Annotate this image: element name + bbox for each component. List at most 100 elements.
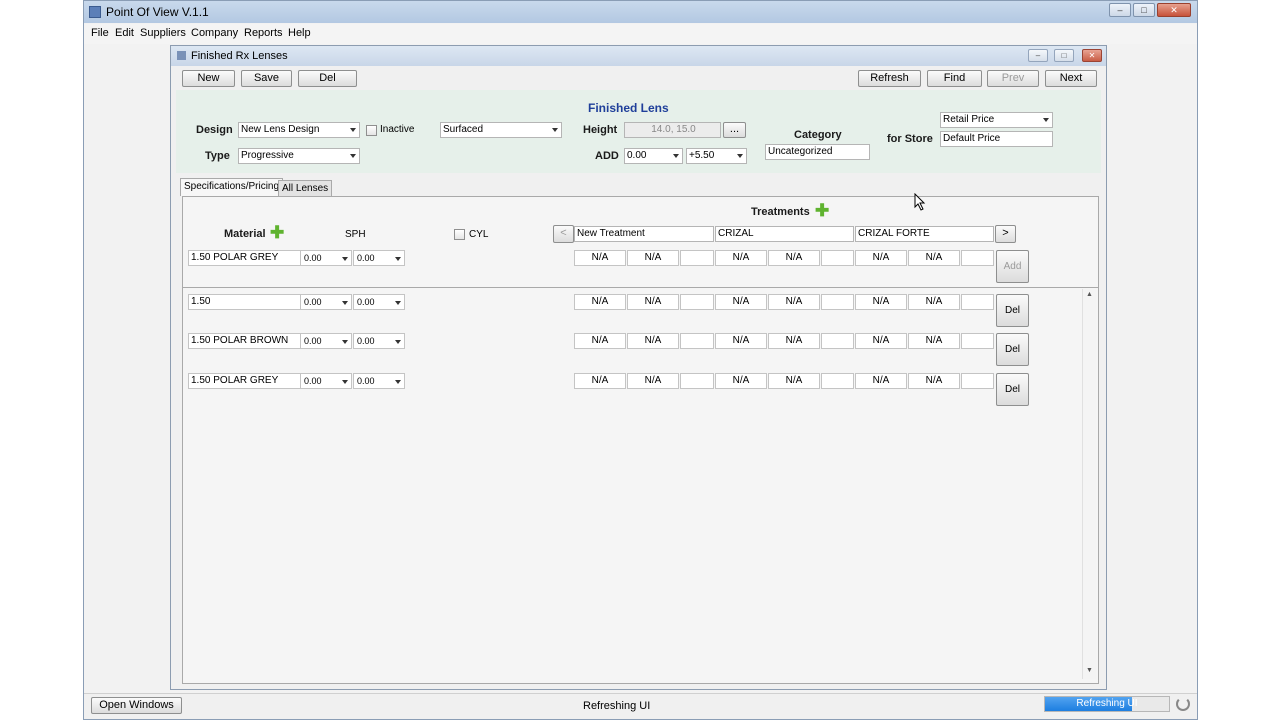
add-to-select[interactable]: +5.50: [686, 148, 747, 164]
price-cell[interactable]: N/A: [855, 250, 907, 266]
category-field[interactable]: Uncategorized: [765, 144, 870, 160]
sph-from-select[interactable]: 0.00: [300, 373, 352, 389]
design-select[interactable]: New Lens Design: [238, 122, 360, 138]
price-cell[interactable]: N/A: [574, 294, 626, 310]
frame-close-icon[interactable]: ✕: [1082, 49, 1102, 62]
minimize-icon[interactable]: –: [1109, 3, 1131, 17]
cyl-checkbox[interactable]: [454, 229, 465, 240]
sph-from-select[interactable]: 0.00: [300, 333, 352, 349]
price-cell[interactable]: N/A: [768, 250, 820, 266]
progress-text: Refreshing UI: [1076, 698, 1138, 709]
menu-company[interactable]: Company: [191, 27, 238, 39]
price-cell[interactable]: N/A: [855, 333, 907, 349]
price-cell[interactable]: [961, 333, 994, 349]
sph-to-select[interactable]: 0.00: [353, 373, 405, 389]
treatment-column-header: CRIZAL: [715, 226, 854, 242]
find-button[interactable]: Find: [927, 70, 982, 87]
material-field[interactable]: 1.50: [188, 294, 301, 310]
price-cell[interactable]: N/A: [908, 294, 960, 310]
next-treatments-button[interactable]: >: [995, 225, 1016, 243]
price-cell[interactable]: N/A: [908, 373, 960, 389]
save-button[interactable]: Save: [241, 70, 292, 87]
new-sph-to-select[interactable]: 0.00: [353, 250, 405, 266]
price-cell[interactable]: [821, 373, 854, 389]
price-cell[interactable]: N/A: [855, 294, 907, 310]
title-bar[interactable]: Point Of View V.1.1 – □ ✕: [84, 1, 1197, 23]
delete-row-button[interactable]: Del: [996, 294, 1029, 327]
add-row-button[interactable]: Add: [996, 250, 1029, 283]
new-sph-from-select[interactable]: 0.00: [300, 250, 352, 266]
price-cell[interactable]: [821, 333, 854, 349]
material-field[interactable]: 1.50 POLAR BROWN: [188, 333, 301, 349]
close-icon[interactable]: ✕: [1157, 3, 1191, 17]
tab-all-lenses[interactable]: All Lenses: [278, 180, 333, 197]
price-cell[interactable]: N/A: [574, 333, 626, 349]
chevron-down-icon: [350, 154, 356, 158]
price-cell[interactable]: N/A: [768, 333, 820, 349]
tab-specifications-pricing[interactable]: Specifications/Pricing: [180, 178, 284, 196]
treatments-label: Treatments: [751, 206, 810, 218]
menu-edit[interactable]: Edit: [115, 27, 134, 39]
menu-file[interactable]: File: [91, 27, 109, 39]
material-field[interactable]: 1.50 POLAR GREY: [188, 373, 301, 389]
menu-suppliers[interactable]: Suppliers: [140, 27, 186, 39]
add-material-icon[interactable]: ✚: [270, 224, 284, 241]
scroll-down-icon[interactable]: ▼: [1086, 667, 1093, 674]
process-select[interactable]: Surfaced: [440, 122, 562, 138]
price-cell[interactable]: [961, 373, 994, 389]
sph-from-select[interactable]: 0.00: [300, 294, 352, 310]
prev-button[interactable]: Prev: [987, 70, 1039, 87]
add-treatment-icon[interactable]: ✚: [815, 202, 829, 219]
add-from-select[interactable]: 0.00: [624, 148, 683, 164]
prev-treatments-button[interactable]: <: [553, 225, 574, 243]
price-cell[interactable]: N/A: [627, 250, 679, 266]
height-picker-button[interactable]: ...: [723, 122, 746, 138]
new-button[interactable]: New: [182, 70, 235, 87]
price-cell[interactable]: [680, 294, 714, 310]
price-cell[interactable]: [680, 333, 714, 349]
menu-help[interactable]: Help: [288, 27, 311, 39]
price-cell[interactable]: N/A: [627, 294, 679, 310]
price-cell[interactable]: N/A: [768, 373, 820, 389]
menu-reports[interactable]: Reports: [244, 27, 283, 39]
price-cell[interactable]: N/A: [715, 333, 767, 349]
price-cell[interactable]: N/A: [855, 373, 907, 389]
price-cell[interactable]: N/A: [715, 373, 767, 389]
height-field[interactable]: 14.0, 15.0: [624, 122, 721, 138]
price-cell[interactable]: N/A: [627, 373, 679, 389]
delete-row-button[interactable]: Del: [996, 333, 1029, 366]
price-cell[interactable]: N/A: [715, 294, 767, 310]
price-cell[interactable]: [961, 250, 994, 266]
sph-to-select[interactable]: 0.00: [353, 333, 405, 349]
price-cell[interactable]: N/A: [908, 333, 960, 349]
price-cell[interactable]: N/A: [574, 373, 626, 389]
refresh-button[interactable]: Refresh: [858, 70, 921, 87]
frame-title-bar[interactable]: Finished Rx Lenses – □ ✕: [171, 46, 1106, 66]
price-cell[interactable]: [961, 294, 994, 310]
price-cell[interactable]: N/A: [768, 294, 820, 310]
price-type-select[interactable]: Retail Price: [940, 112, 1053, 128]
price-cell[interactable]: [680, 373, 714, 389]
price-cell[interactable]: N/A: [574, 250, 626, 266]
price-cell[interactable]: N/A: [908, 250, 960, 266]
type-select[interactable]: Progressive: [238, 148, 360, 164]
del-button[interactable]: Del: [298, 70, 357, 87]
chevron-down-icon: [395, 257, 401, 261]
scrollbar[interactable]: ▲ ▼: [1082, 289, 1096, 679]
store-field[interactable]: Default Price: [940, 131, 1053, 147]
price-cell[interactable]: N/A: [627, 333, 679, 349]
price-cell[interactable]: [821, 294, 854, 310]
open-windows-button[interactable]: Open Windows: [91, 697, 182, 714]
price-cell[interactable]: N/A: [715, 250, 767, 266]
scroll-up-icon[interactable]: ▲: [1086, 291, 1093, 298]
next-button[interactable]: Next: [1045, 70, 1097, 87]
delete-row-button[interactable]: Del: [996, 373, 1029, 406]
frame-maximize-icon[interactable]: □: [1054, 49, 1074, 62]
new-material-field[interactable]: 1.50 POLAR GREY: [188, 250, 301, 266]
inactive-checkbox[interactable]: [366, 125, 377, 136]
sph-to-select[interactable]: 0.00: [353, 294, 405, 310]
price-cell[interactable]: [680, 250, 714, 266]
maximize-icon[interactable]: □: [1133, 3, 1155, 17]
price-cell[interactable]: [821, 250, 854, 266]
frame-minimize-icon[interactable]: –: [1028, 49, 1048, 62]
